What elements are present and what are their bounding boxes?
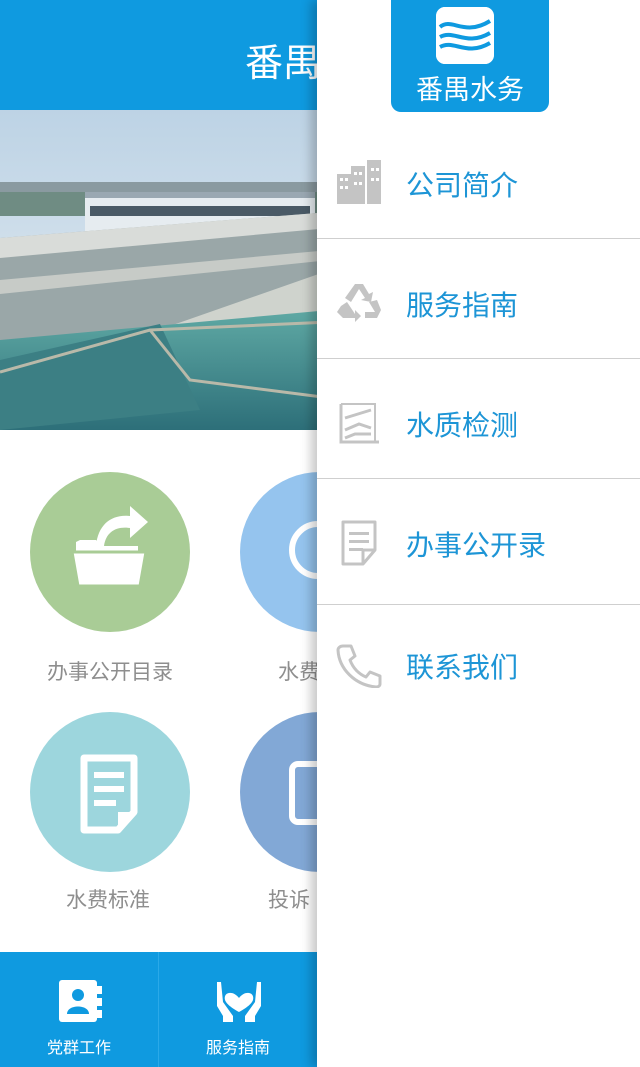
- brand-name: 番禺水务: [416, 75, 524, 106]
- menu-divider: [317, 358, 640, 359]
- menu-item-water-quality[interactable]: 水质检测: [317, 360, 640, 478]
- tile-button-public-catalog[interactable]: [30, 472, 190, 632]
- menu-divider: [317, 238, 640, 239]
- tab-label: 服务指南: [205, 1038, 270, 1057]
- chart-icon: [339, 403, 379, 444]
- menu-item-label: 服务指南: [406, 289, 519, 322]
- tile-label: 水费标准: [66, 888, 150, 912]
- document-icon: [80, 754, 138, 834]
- menu-item-public-records[interactable]: 办事公开录: [317, 480, 640, 598]
- heart-hands-icon: [217, 982, 261, 1022]
- tab-service-guide[interactable]: 服务指南: [159, 952, 317, 1067]
- recycle-icon: [337, 284, 381, 322]
- tile-button-fee-standard[interactable]: [30, 712, 190, 872]
- menu-item-label: 水质检测: [406, 409, 519, 442]
- menu-item-label: 办事公开录: [406, 529, 547, 562]
- menu-item-contact-us[interactable]: 联系我们: [317, 602, 640, 720]
- phone-icon: [336, 644, 382, 688]
- document-icon: [341, 520, 377, 566]
- tile-label: 水费: [278, 660, 320, 684]
- menu-divider: [317, 478, 640, 479]
- menu-item-service-guide[interactable]: 服务指南: [317, 240, 640, 358]
- water-wave-logo-icon: [436, 7, 494, 64]
- tile-label: 办事公开目录: [47, 660, 173, 684]
- menu-item-label: 联系我们: [406, 651, 519, 684]
- folder-share-icon: [70, 506, 148, 588]
- menu-item-company-profile[interactable]: 公司简介: [317, 120, 640, 238]
- contacts-book-icon: [59, 980, 102, 1022]
- tab-label: 党群工作: [46, 1038, 111, 1057]
- menu-item-label: 公司简介: [406, 169, 519, 202]
- buildings-icon: [337, 160, 381, 204]
- tile-label: 投诉: [268, 888, 310, 912]
- tab-party-work[interactable]: 党群工作: [0, 952, 158, 1067]
